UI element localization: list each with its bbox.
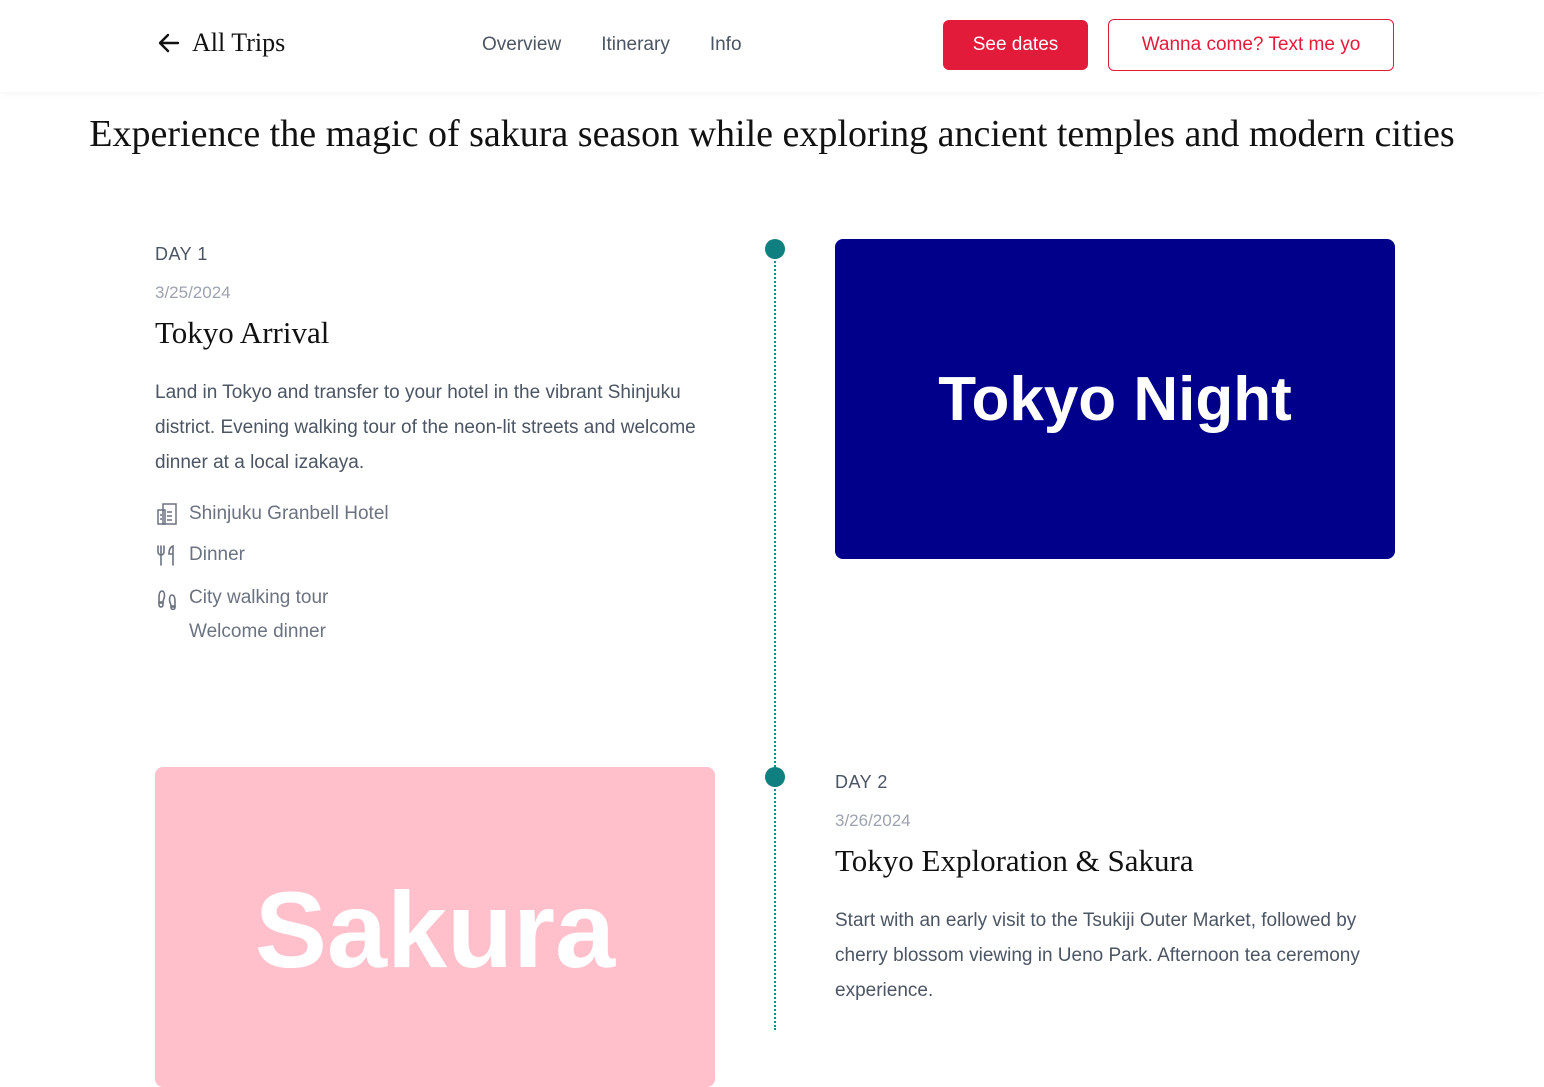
day-1-activity-2: Welcome dinner — [189, 621, 326, 642]
see-dates-button[interactable]: See dates — [943, 20, 1088, 70]
day-1-activity: City walking tour — [155, 586, 329, 611]
day-2-image-text: Sakura — [254, 869, 616, 990]
back-to-all-trips-link[interactable]: All Trips — [156, 28, 285, 58]
timeline-dot-day-2 — [765, 767, 785, 787]
section-nav: Overview Itinerary Info — [482, 34, 742, 56]
day-2-date: 3/26/2024 — [835, 811, 911, 830]
arrow-left-icon — [156, 30, 182, 56]
top-navigation-bar: All Trips Overview Itinerary Info See da… — [0, 0, 1544, 92]
trip-headline: Experience the magic of sakura season wh… — [89, 113, 1455, 155]
day-1-activity-1: City walking tour — [189, 587, 329, 608]
nav-overview[interactable]: Overview — [482, 34, 561, 56]
contact-button[interactable]: Wanna come? Text me yo — [1108, 19, 1394, 71]
day-1-description: Land in Tokyo and transfer to your hotel… — [155, 382, 696, 473]
timeline-dot-day-1 — [765, 239, 785, 259]
back-link-label: All Trips — [192, 28, 286, 57]
day-2-title: Tokyo Exploration & Sakura — [835, 843, 1194, 878]
day-1-image: Tokyo Night — [835, 239, 1395, 559]
timeline-line — [774, 250, 776, 1030]
footprints-icon — [155, 586, 179, 611]
building-icon — [155, 502, 179, 526]
day-2-description: Start with an early visit to the Tsukiji… — [835, 910, 1360, 1001]
day-2-label: DAY 2 — [835, 772, 888, 792]
day-1-meals-text: Dinner — [189, 544, 245, 565]
day-1-hotel: Shinjuku Granbell Hotel — [155, 502, 389, 526]
day-1-image-text: Tokyo Night — [938, 364, 1292, 434]
day-1-label: DAY 1 — [155, 244, 208, 264]
day-1-date: 3/25/2024 — [155, 283, 231, 302]
nav-info[interactable]: Info — [710, 34, 742, 56]
day-1-title: Tokyo Arrival — [155, 315, 330, 350]
utensils-icon — [155, 543, 179, 567]
nav-itinerary[interactable]: Itinerary — [601, 34, 670, 56]
day-1-hotel-text: Shinjuku Granbell Hotel — [189, 503, 389, 524]
day-2-image: Sakura — [155, 767, 715, 1087]
day-1-meals: Dinner — [155, 543, 245, 567]
